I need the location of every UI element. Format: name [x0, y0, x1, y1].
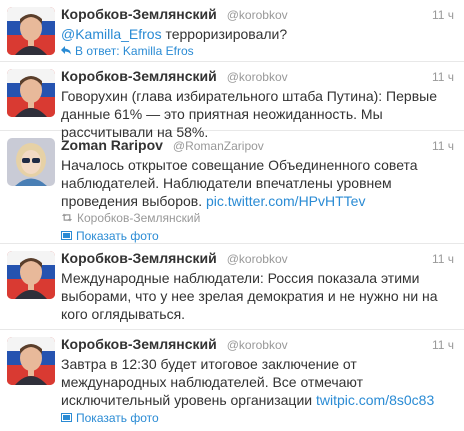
tweet[interactable]: Коробков-Землянский @korobkov 11 ч Завтр…: [0, 330, 464, 431]
tweet-text: Завтра в 12:30 будет итоговое заключение…: [61, 355, 454, 409]
tweet-text: Международные наблюдатели: Россия показа…: [61, 270, 438, 322]
tweet-text: @Kamilla_Efros терроризировали?: [61, 25, 454, 43]
tweet-text: Началось открытое совещание Объединенног…: [61, 156, 454, 210]
photo-icon: [61, 228, 72, 244]
tweet[interactable]: Коробков-Землянский @korobkov 11 ч @Kami…: [0, 0, 464, 62]
author-fullname[interactable]: Коробков-Землянский: [61, 336, 217, 352]
retweeted-by[interactable]: Коробков-Землянский: [61, 210, 454, 226]
avatar[interactable]: [7, 138, 55, 186]
tweet[interactable]: Zoman Raripov @RomanZaripov 11 ч Началос…: [0, 131, 464, 244]
avatar[interactable]: [7, 69, 55, 117]
tweet-header: Коробков-Землянский @korobkov 11 ч: [61, 6, 454, 24]
tweet-header: Коробков-Землянский @korobkov 11 ч: [61, 336, 454, 354]
tweet-time[interactable]: 11 ч: [432, 8, 454, 22]
photo-icon: [61, 410, 72, 426]
author-fullname[interactable]: Коробков-Землянский: [61, 6, 217, 22]
media-link[interactable]: twitpic.com/8s0c83: [316, 392, 434, 408]
show-photo-link[interactable]: Показать фото: [61, 410, 454, 426]
retweet-icon: [61, 210, 73, 226]
show-photo-label: Показать фото: [76, 229, 159, 243]
tweet-header: Коробков-Землянский @korobkov 11 ч: [61, 250, 454, 268]
tweet-text-body: терроризировали?: [161, 26, 288, 42]
tweet-header: Zoman Raripov @RomanZaripov 11 ч: [61, 137, 454, 155]
mention-link[interactable]: @Kamilla_Efros: [61, 26, 162, 42]
tweet-time[interactable]: 11 ч: [432, 338, 454, 352]
media-link[interactable]: pic.twitter.com/HPvHTTev: [206, 193, 365, 209]
author-fullname[interactable]: Коробков-Землянский: [61, 250, 217, 266]
tweet-time[interactable]: 11 ч: [432, 252, 454, 266]
show-photo-label: Показать фото: [76, 411, 159, 425]
avatar[interactable]: [7, 251, 55, 299]
avatar[interactable]: [7, 337, 55, 385]
reply-arrow-icon: [61, 43, 71, 59]
author-username[interactable]: @korobkov: [227, 252, 288, 266]
author-fullname[interactable]: Zoman Raripov: [61, 137, 163, 153]
tweet[interactable]: Коробков-Землянский @korobkov 11 ч Между…: [0, 244, 464, 330]
tweet-time[interactable]: 11 ч: [432, 139, 454, 153]
retweeted-by-label: Коробков-Землянский: [77, 211, 201, 225]
avatar[interactable]: [7, 7, 55, 55]
tweet[interactable]: Коробков-Землянский @korobkov 11 ч Говор…: [0, 62, 464, 140]
author-username[interactable]: @RomanZaripov: [173, 139, 264, 153]
in-reply-to-label: В ответ: Kamilla Efros: [75, 44, 194, 58]
timeline: Коробков-Землянский @korobkov 11 ч @Kami…: [0, 0, 464, 431]
author-username[interactable]: @korobkov: [227, 8, 288, 22]
tweet-header: Коробков-Землянский @korobkov 11 ч: [61, 68, 454, 86]
author-username[interactable]: @korobkov: [227, 70, 288, 84]
in-reply-to[interactable]: В ответ: Kamilla Efros: [61, 43, 454, 59]
tweet-time[interactable]: 11 ч: [432, 70, 454, 84]
show-photo-link[interactable]: Показать фото: [61, 228, 454, 244]
author-fullname[interactable]: Коробков-Землянский: [61, 68, 217, 84]
author-username[interactable]: @korobkov: [227, 338, 288, 352]
